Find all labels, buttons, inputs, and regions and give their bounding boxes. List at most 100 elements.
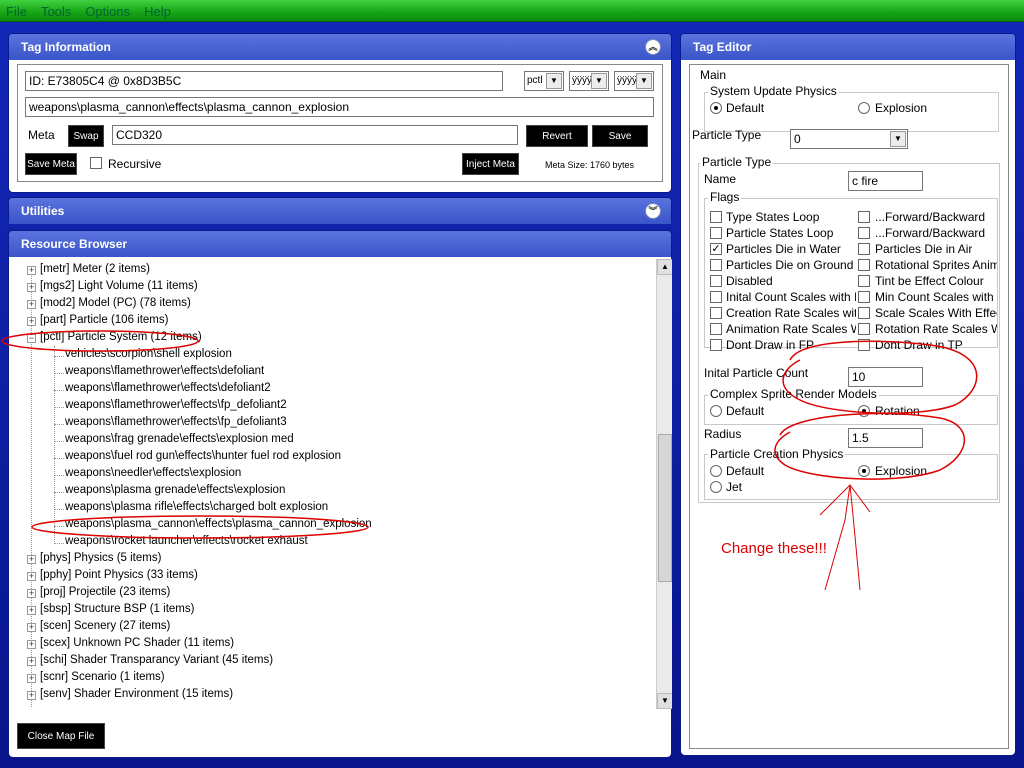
tree-category-item[interactable]: [mod2] Model (PC) (78 items) (40, 297, 191, 314)
tree-category-item[interactable]: [phys] Physics (5 items) (40, 552, 161, 569)
tree-category-item[interactable]: [schi] Shader Transparancy Variant (45 i… (40, 654, 273, 671)
flag-checkbox[interactable] (858, 275, 870, 287)
scroll-thumb[interactable] (658, 434, 672, 582)
tag-type-select[interactable]: pctl ▼ (524, 71, 564, 91)
meta-value-field[interactable]: CCD320 (112, 125, 518, 145)
tree-scrollbar[interactable]: ▲ ▼ (656, 259, 672, 709)
expand-node-icon[interactable]: + (27, 572, 36, 581)
tag-editor-header: Tag Editor (681, 34, 1015, 60)
flag-checkbox[interactable] (858, 291, 870, 303)
menu-file[interactable]: File (6, 4, 27, 19)
inject-meta-button[interactable]: Inject Meta (462, 153, 519, 175)
recursive-checkbox[interactable] (90, 157, 102, 169)
tag-select-2[interactable]: ÿÿÿÿ ▼ (569, 71, 609, 91)
flag-label: Tint be Effect Colour (875, 274, 984, 288)
flag-checkbox[interactable] (710, 275, 722, 287)
flag-checkbox[interactable] (858, 307, 870, 319)
scroll-down-icon[interactable]: ▼ (657, 693, 672, 709)
utilities-header[interactable]: Utilities ︾ (9, 198, 671, 224)
tree-category-item[interactable]: [metr] Meter (2 items) (40, 263, 150, 280)
flag-checkbox[interactable] (858, 243, 870, 255)
flag-checkbox[interactable] (858, 339, 870, 351)
flag-label: Min Count Scales with E (875, 290, 997, 304)
csr-default-radio[interactable] (710, 405, 722, 417)
save-meta-button[interactable]: Save Meta (25, 153, 77, 175)
flag-checkbox[interactable] (710, 339, 722, 351)
flag-checkbox[interactable] (858, 323, 870, 335)
expand-node-icon[interactable]: + (27, 674, 36, 683)
flag-checkbox[interactable] (858, 227, 870, 239)
tree-leaf-item[interactable]: vehicles\scorpion\shell explosion (65, 348, 232, 365)
expand-node-icon[interactable]: + (27, 657, 36, 666)
save-button[interactable]: Save (592, 125, 648, 147)
menu-bar: File Tools Options Help (6, 4, 171, 19)
tree-category-item[interactable]: [senv] Shader Environment (15 items) (40, 688, 233, 705)
tag-path-field[interactable]: weapons\plasma_cannon\effects\plasma_can… (25, 97, 654, 117)
tree-category-item[interactable]: [pphy] Point Physics (33 items) (40, 569, 198, 586)
tree-category-item[interactable]: [pctl] Particle System (12 items) (40, 331, 202, 348)
tree-leaf-item[interactable]: weapons\flamethrower\effects\fp_defolian… (65, 416, 287, 433)
flag-label: Particles Die on Ground (726, 258, 854, 272)
flag-label: Type States Loop (726, 210, 820, 224)
pcp-default-radio[interactable] (710, 465, 722, 477)
expand-node-icon[interactable]: + (27, 283, 36, 292)
pcp-jet-radio[interactable] (710, 481, 722, 493)
tree-category-item[interactable]: [scen] Scenery (27 items) (40, 620, 170, 637)
radius-field[interactable]: 1.5 (848, 428, 923, 448)
collapse-node-icon[interactable]: − (27, 334, 36, 343)
tree-leaf-item[interactable]: weapons\needler\effects\explosion (65, 467, 241, 484)
tree-leaf-item[interactable]: weapons\rocket launcher\effects\rocket e… (65, 535, 308, 552)
flag-checkbox[interactable] (858, 211, 870, 223)
initial-particle-count-field[interactable]: 10 (848, 367, 923, 387)
close-map-file-button[interactable]: Close Map File (17, 723, 105, 749)
tag-select-3[interactable]: ÿÿÿÿ ▼ (614, 71, 654, 91)
tree-category-item[interactable]: [sbsp] Structure BSP (1 items) (40, 603, 194, 620)
expand-node-icon[interactable]: + (27, 555, 36, 564)
expand-node-icon[interactable]: + (27, 640, 36, 649)
flag-checkbox[interactable] (710, 291, 722, 303)
tag-id-field[interactable]: ID: E73805C4 @ 0x8D3B5C (25, 71, 503, 91)
tree-leaf-item[interactable]: weapons\frag grenade\effects\explosion m… (65, 433, 294, 450)
menu-tools[interactable]: Tools (41, 4, 71, 19)
tree-leaf-item[interactable]: weapons\plasma rifle\effects\charged bol… (65, 501, 328, 518)
flag-checkbox[interactable] (710, 259, 722, 271)
pcp-explosion-radio[interactable] (858, 465, 870, 477)
flag-checkbox[interactable] (710, 307, 722, 319)
flag-checkbox[interactable]: ✓ (710, 243, 722, 255)
tree-leaf-item[interactable]: weapons\fuel rod gun\effects\hunter fuel… (65, 450, 341, 467)
tree-branch-line (54, 373, 64, 374)
expand-node-icon[interactable]: + (27, 589, 36, 598)
tree-category-item[interactable]: [mgs2] Light Volume (11 items) (40, 280, 198, 297)
tree-leaf-item[interactable]: weapons\flamethrower\effects\defoliant2 (65, 382, 271, 399)
tree-category-item[interactable]: [proj] Projectile (23 items) (40, 586, 170, 603)
sup-default-radio[interactable] (710, 102, 722, 114)
flag-checkbox[interactable] (710, 211, 722, 223)
swap-button[interactable]: Swap (68, 125, 104, 147)
expand-node-icon[interactable]: + (27, 266, 36, 275)
flag-checkbox[interactable] (710, 323, 722, 335)
tree-leaf-item[interactable]: weapons\plasma grenade\effects\explosion (65, 484, 285, 501)
tree-category-item[interactable]: [scnr] Scenario (1 items) (40, 671, 165, 688)
expand-node-icon[interactable]: + (27, 300, 36, 309)
expand-icon[interactable]: ︾ (645, 203, 661, 219)
menu-help[interactable]: Help (144, 4, 171, 19)
revert-button[interactable]: Revert (526, 125, 588, 147)
csr-rotation-radio[interactable] (858, 405, 870, 417)
flag-checkbox[interactable] (710, 227, 722, 239)
expand-node-icon[interactable]: + (27, 317, 36, 326)
sup-explosion-radio[interactable] (858, 102, 870, 114)
tree-category-item[interactable]: [part] Particle (106 items) (40, 314, 168, 331)
collapse-icon[interactable]: ︽ (645, 39, 661, 55)
menu-options[interactable]: Options (85, 4, 130, 19)
tree-leaf-item[interactable]: weapons\flamethrower\effects\defoliant (65, 365, 264, 382)
expand-node-icon[interactable]: + (27, 691, 36, 700)
name-field[interactable]: c fire (848, 171, 923, 191)
tree-leaf-item[interactable]: weapons\plasma_cannon\effects\plasma_can… (65, 518, 372, 535)
tree-leaf-item[interactable]: weapons\flamethrower\effects\fp_defolian… (65, 399, 287, 416)
scroll-up-icon[interactable]: ▲ (657, 259, 672, 275)
expand-node-icon[interactable]: + (27, 623, 36, 632)
flag-checkbox[interactable] (858, 259, 870, 271)
particle-type-select[interactable]: 0 ▼ (790, 129, 908, 149)
tree-category-item[interactable]: [scex] Unknown PC Shader (11 items) (40, 637, 234, 654)
expand-node-icon[interactable]: + (27, 606, 36, 615)
